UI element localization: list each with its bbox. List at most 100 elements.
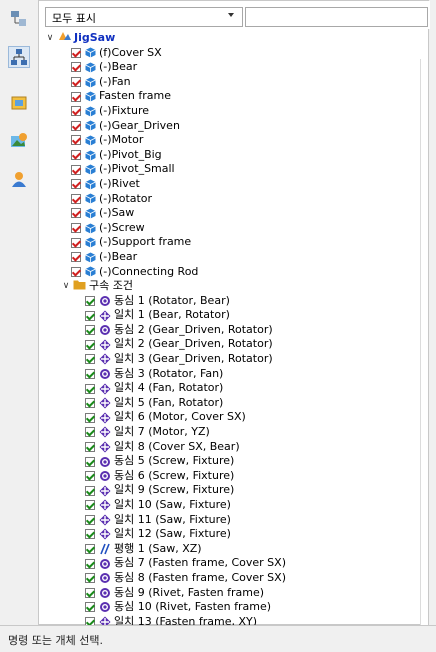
tree-part-item[interactable]: (f) Cover SX: [39, 46, 430, 61]
tree-part-item[interactable]: (-) Bear: [39, 250, 430, 265]
tree-part-item[interactable]: (-) Motor: [39, 133, 430, 148]
tree-constraint-item[interactable]: 동심 8 (Fasten frame, Cover SX): [39, 571, 430, 586]
part-visibility-checkbox[interactable]: [71, 266, 81, 277]
tree-root[interactable]: ∨ JigSaw: [39, 31, 430, 46]
constraint-enable-checkbox[interactable]: [85, 441, 95, 452]
part-visibility-checkbox[interactable]: [71, 77, 81, 88]
tree-constraint-item[interactable]: 동심 9 (Rivet, Fasten frame): [39, 586, 430, 601]
part-box-icon[interactable]: [8, 92, 30, 114]
tree-constraint-item[interactable]: 일치 4 (Fan, Rotator): [39, 381, 430, 396]
tree-part-item[interactable]: (-) Connecting Rod: [39, 265, 430, 280]
part-visibility-checkbox[interactable]: [71, 135, 81, 146]
tree-part-item[interactable]: (-) Rivet: [39, 177, 430, 192]
collapse-chevron-icon[interactable]: ∨: [45, 31, 55, 46]
constraint-enable-checkbox[interactable]: [85, 602, 95, 613]
part-visibility-checkbox[interactable]: [71, 91, 81, 102]
tree-constraint-item[interactable]: 동심 1 (Rotator, Bear): [39, 294, 430, 309]
part-visibility-checkbox[interactable]: [71, 47, 81, 58]
filter-search-input[interactable]: [245, 7, 428, 27]
tree-constraint-item[interactable]: 동심 10 (Rivet, Fasten frame): [39, 600, 430, 615]
tree-constraint-item[interactable]: 일치 8 (Cover SX, Bear): [39, 440, 430, 455]
constraint-enable-checkbox[interactable]: [85, 500, 95, 511]
image-view-icon[interactable]: [8, 130, 30, 152]
tree-part-item[interactable]: (-) Fixture: [39, 104, 430, 119]
part-name: Bear: [111, 60, 138, 74]
part-visibility-checkbox[interactable]: [71, 179, 81, 190]
assembly-tree-icon[interactable]: [8, 8, 30, 30]
tree-scrollbar[interactable]: [420, 59, 428, 625]
constraint-enable-checkbox[interactable]: [85, 617, 95, 625]
constraint-enable-checkbox[interactable]: [85, 485, 95, 496]
constraint-enable-checkbox[interactable]: [85, 514, 95, 525]
part-visibility-checkbox[interactable]: [71, 62, 81, 73]
part-visibility-checkbox[interactable]: [71, 193, 81, 204]
tree-constraint-item[interactable]: 일치 7 (Motor, YZ): [39, 425, 430, 440]
tree-constraint-item[interactable]: 일치 13 (Fasten frame, XY): [39, 615, 430, 625]
model-tree: ∨ JigSaw (f) Cover SX (-) Bear (-) Fan Fasten fr…: [39, 31, 430, 625]
tree-part-item[interactable]: (-) Rotator: [39, 192, 430, 207]
constraint-enable-checkbox[interactable]: [85, 310, 95, 321]
filter-dropdown[interactable]: 모두 표시: [45, 7, 243, 27]
constraint-enable-checkbox[interactable]: [85, 325, 95, 336]
tree-part-item[interactable]: (-) Fan: [39, 75, 430, 90]
tree-constraint-item[interactable]: 일치 9 (Screw, Fixture): [39, 483, 430, 498]
constraint-enable-checkbox[interactable]: [85, 529, 95, 540]
user-icon[interactable]: [8, 168, 30, 190]
part-visibility-checkbox[interactable]: [71, 120, 81, 131]
constraint-label: 동심 1 (Rotator, Bear): [114, 293, 230, 307]
tree-constraint-item[interactable]: 동심 2 (Gear_Driven, Rotator): [39, 323, 430, 338]
tree-constraint-item[interactable]: 일치 3 (Gear_Driven, Rotator): [39, 352, 430, 367]
tree-constraint-item[interactable]: 동심 3 (Rotator, Fan): [39, 367, 430, 382]
constraint-enable-checkbox[interactable]: [85, 398, 95, 409]
constraint-enable-checkbox[interactable]: [85, 295, 95, 306]
tree-constraint-item[interactable]: 일치 5 (Fan, Rotator): [39, 396, 430, 411]
part-visibility-checkbox[interactable]: [71, 237, 81, 248]
tree-constraint-item[interactable]: 일치 12 (Saw, Fixture): [39, 527, 430, 542]
constraint-enable-checkbox[interactable]: [85, 558, 95, 569]
part-visibility-checkbox[interactable]: [71, 164, 81, 175]
tree-part-item[interactable]: (-) Pivot_Big: [39, 148, 430, 163]
tree-part-item[interactable]: (-) Bear: [39, 60, 430, 75]
collapse-chevron-icon[interactable]: ∨: [61, 279, 71, 294]
constraint-enable-checkbox[interactable]: [85, 587, 95, 598]
constraint-enable-checkbox[interactable]: [85, 471, 95, 482]
part-visibility-checkbox[interactable]: [71, 106, 81, 117]
constraint-enable-checkbox[interactable]: [85, 412, 95, 423]
hierarchy-icon[interactable]: [8, 46, 30, 68]
constraint-enable-checkbox[interactable]: [85, 573, 95, 584]
tree-part-item[interactable]: (-) Pivot_Small: [39, 162, 430, 177]
status-bar: 명령 또는 개체 선택.: [0, 625, 436, 652]
tree-part-item[interactable]: (-) Saw: [39, 206, 430, 221]
constraint-enable-checkbox[interactable]: [85, 544, 95, 555]
constraint-enable-checkbox[interactable]: [85, 339, 95, 350]
tree-part-item[interactable]: (-) Gear_Driven: [39, 119, 430, 134]
tree-constraint-item[interactable]: 일치 11 (Saw, Fixture): [39, 513, 430, 528]
constraint-enable-checkbox[interactable]: [85, 354, 95, 365]
tree-constraint-item[interactable]: 동심 7 (Fasten frame, Cover SX): [39, 556, 430, 571]
constraint-enable-checkbox[interactable]: [85, 427, 95, 438]
constraint-label: 일치 5 (Fan, Rotator): [114, 395, 224, 409]
tree-constraint-item[interactable]: 일치 10 (Saw, Fixture): [39, 498, 430, 513]
tree-constraint-item[interactable]: 동심 5 (Screw, Fixture): [39, 454, 430, 469]
part-prefix: (-): [99, 235, 112, 249]
constraint-enable-checkbox[interactable]: [85, 368, 95, 379]
constraints-folder[interactable]: ∨ 구속 조건: [39, 279, 430, 294]
tree-constraint-item[interactable]: 일치 1 (Bear, Rotator): [39, 308, 430, 323]
left-toolbar: [0, 0, 38, 625]
tree-part-item[interactable]: (-) Screw: [39, 221, 430, 236]
part-visibility-checkbox[interactable]: [71, 252, 81, 263]
tree-constraint-item[interactable]: 평행 1 (Saw, XZ): [39, 542, 430, 557]
tree-part-item[interactable]: (-) Support frame: [39, 235, 430, 250]
tree-constraint-item[interactable]: 일치 2 (Gear_Driven, Rotator): [39, 337, 430, 352]
constraint-label: 일치 8 (Cover SX, Bear): [114, 439, 240, 453]
tree-constraint-item[interactable]: 일치 6 (Motor, Cover SX): [39, 410, 430, 425]
coincident-constraint-icon: [99, 339, 111, 351]
tree-part-item[interactable]: Fasten frame: [39, 89, 430, 104]
part-visibility-checkbox[interactable]: [71, 208, 81, 219]
constraint-enable-checkbox[interactable]: [85, 456, 95, 467]
part-visibility-checkbox[interactable]: [71, 223, 81, 234]
constraint-enable-checkbox[interactable]: [85, 383, 95, 394]
tree-constraint-item[interactable]: 동심 6 (Screw, Fixture): [39, 469, 430, 484]
part-prefix: (-): [99, 264, 112, 278]
part-visibility-checkbox[interactable]: [71, 150, 81, 161]
